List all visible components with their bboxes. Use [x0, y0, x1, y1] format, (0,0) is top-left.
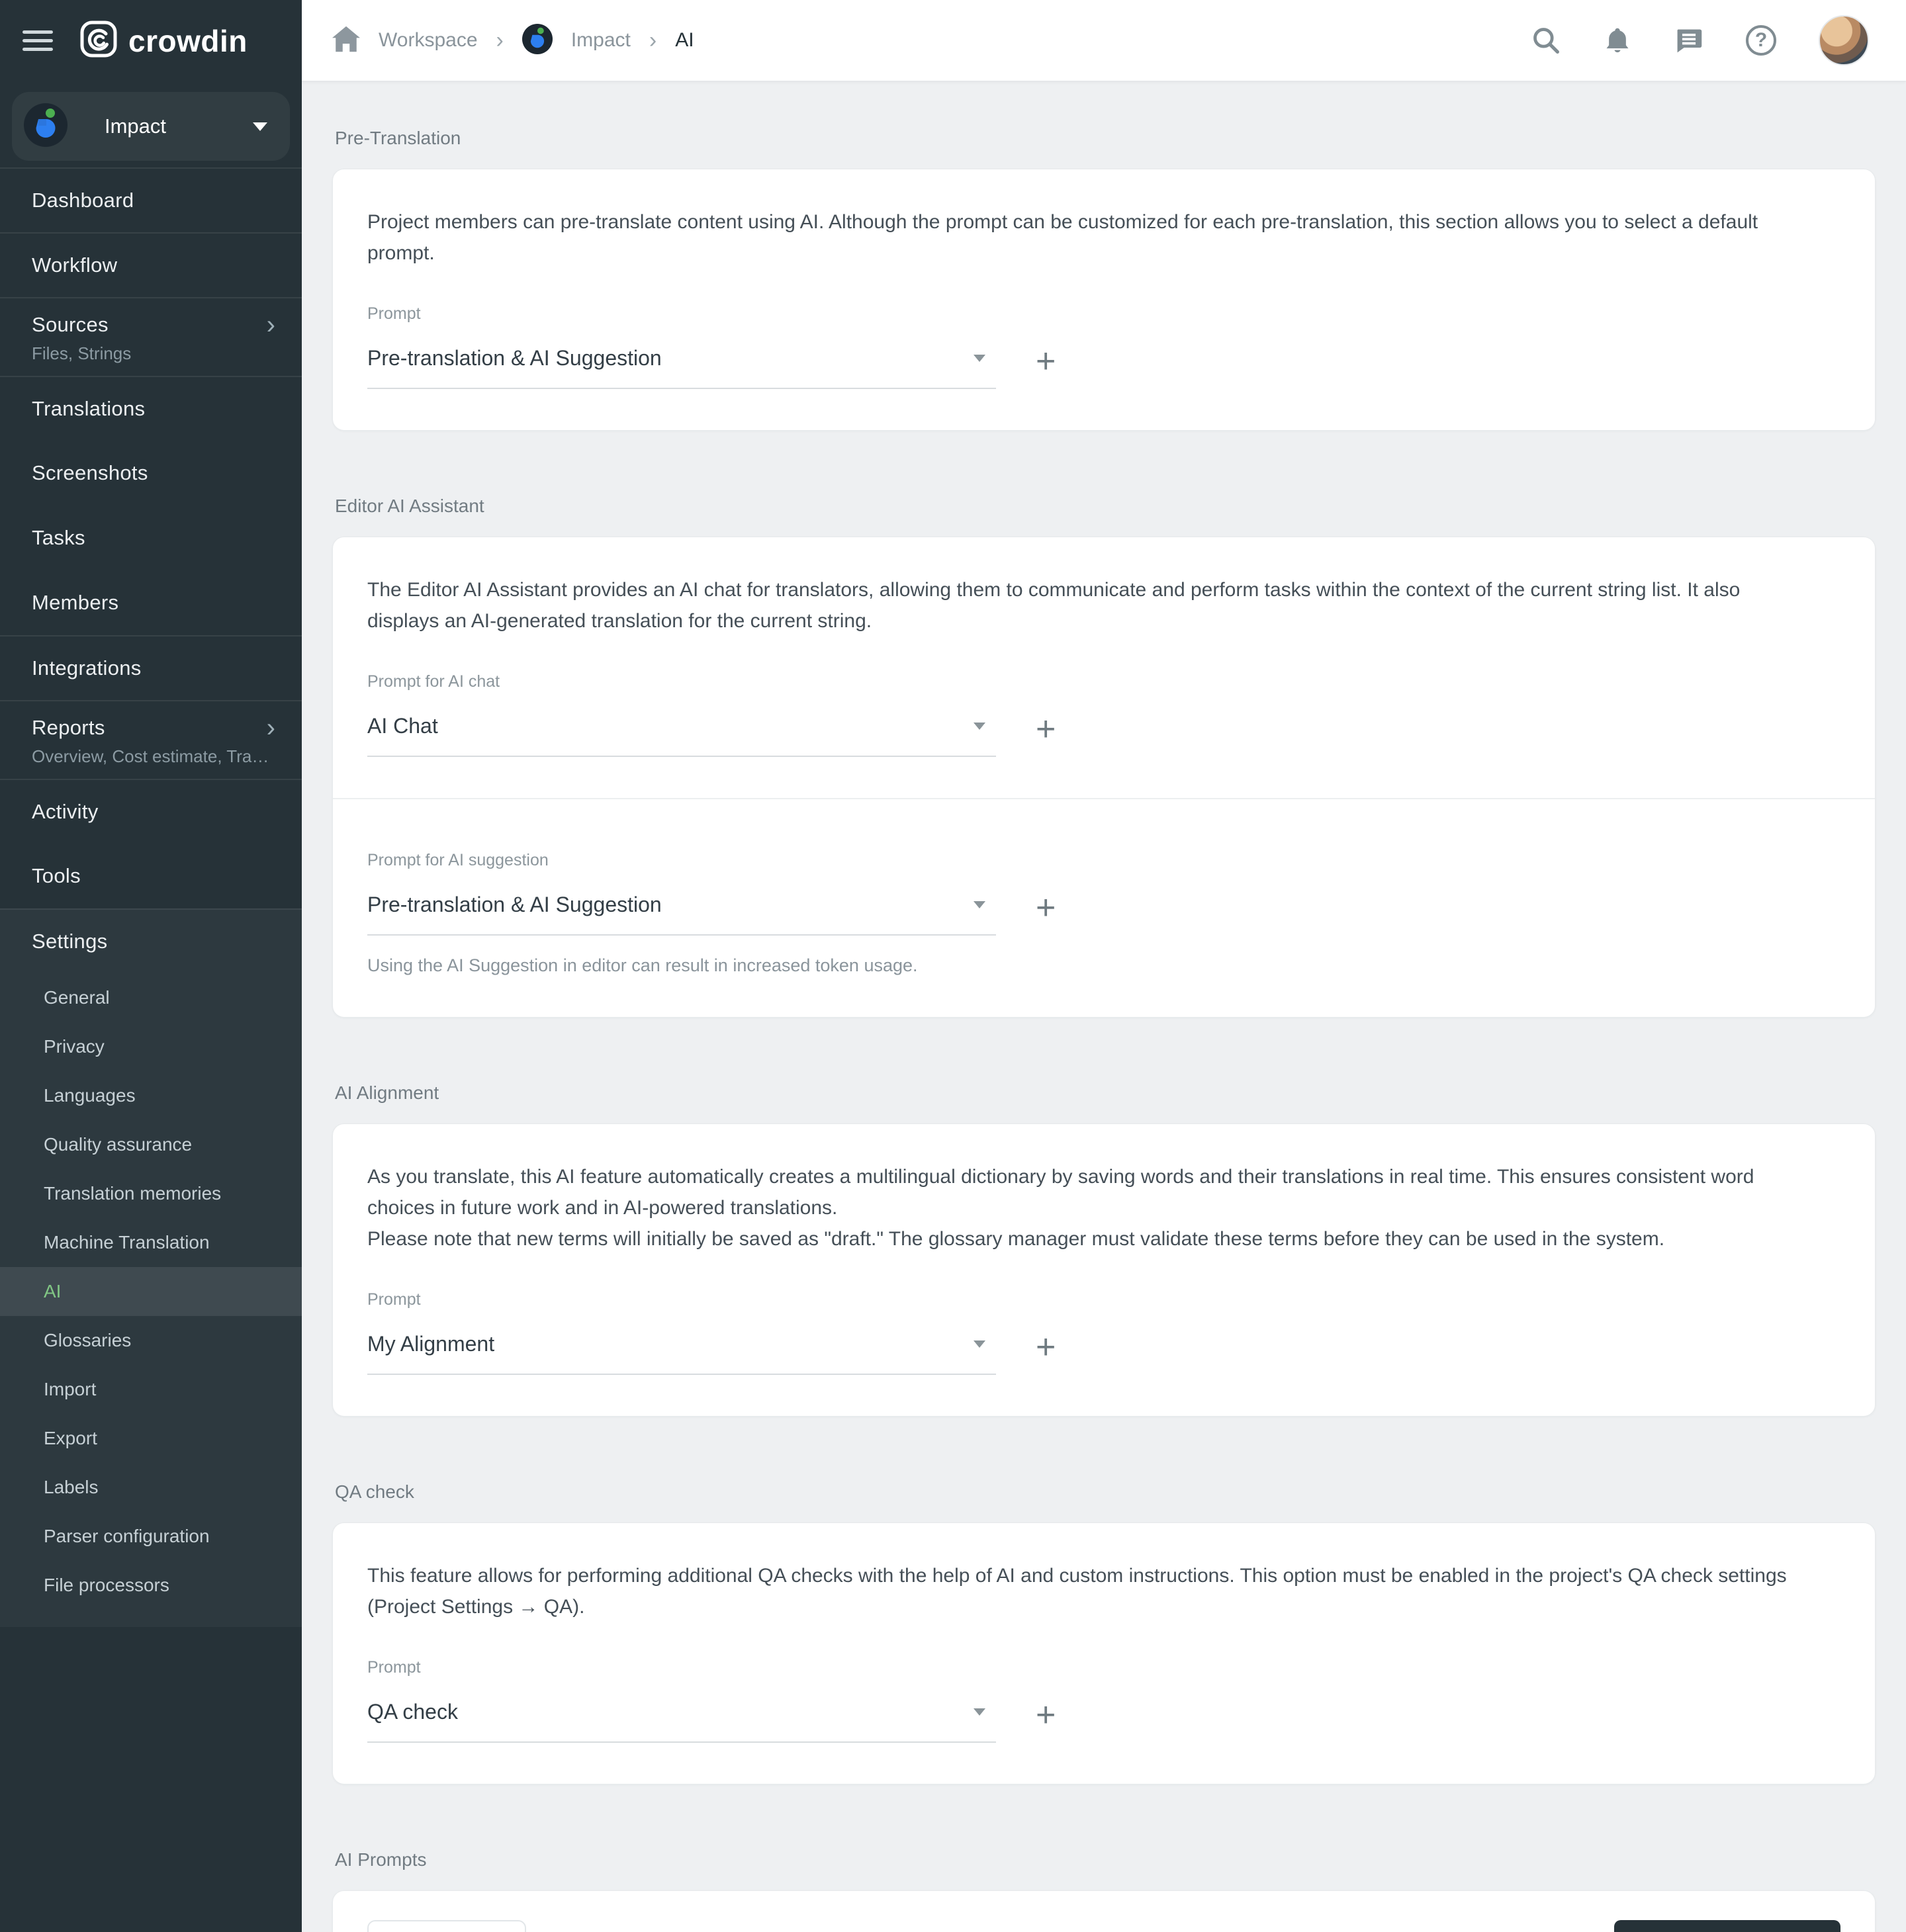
sidebar-item-subtitle: Files, Strings [32, 343, 270, 376]
chevron-down-icon [974, 1340, 985, 1348]
chevron-right-icon [649, 28, 657, 54]
sidebar-item-ai[interactable]: AI [0, 1267, 302, 1316]
sidebar: crowdin Impact Dashboard Workflow Source… [0, 0, 302, 1932]
sidebar-item-machine-translation[interactable]: Machine Translation [0, 1218, 302, 1267]
add-prompt-button[interactable]: + [1036, 1334, 1056, 1374]
sidebar-item-glossaries[interactable]: Glossaries [0, 1316, 302, 1365]
crowdin-logo-icon [79, 20, 118, 62]
prompt-label: Prompt [367, 1658, 1840, 1677]
pre-translation-prompt-select[interactable]: Pre-translation & AI Suggestion [367, 346, 996, 389]
filter-button[interactable]: FILTER [367, 1920, 526, 1932]
sidebar-header: crowdin [0, 0, 302, 81]
sidebar-item-workflow[interactable]: Workflow [0, 232, 302, 297]
sidebar-item-tasks[interactable]: Tasks [0, 505, 302, 570]
breadcrumb-workspace[interactable]: Workspace [379, 29, 478, 52]
chevron-down-icon [974, 355, 985, 362]
sidebar-item-parser-configuration[interactable]: Parser configuration [0, 1512, 302, 1561]
editor-ai-card: The Editor AI Assistant provides an AI c… [332, 537, 1876, 1018]
editor-ai-description: The Editor AI Assistant provides an AI c… [367, 574, 1810, 637]
section-heading-editor-ai: Editor AI Assistant [335, 496, 1876, 517]
sidebar-item-translation-memories[interactable]: Translation memories [0, 1169, 302, 1218]
ai-alignment-prompt-select[interactable]: My Alignment [367, 1332, 996, 1375]
add-prompt-button[interactable]: + [1036, 895, 1056, 934]
project-name: Impact [105, 114, 253, 138]
prompt-label: Prompt [367, 1290, 1840, 1309]
sidebar-item-labels[interactable]: Labels [0, 1463, 302, 1512]
section-heading-ai-alignment: AI Alignment [335, 1082, 1876, 1104]
sidebar-nav: Dashboard Workflow Sources Files, String… [0, 167, 302, 908]
chat-icon[interactable] [1674, 26, 1703, 55]
ai-alignment-description-note: Please note that new terms will initiall… [367, 1223, 1810, 1254]
prompt-for-ai-chat-label: Prompt for AI chat [367, 672, 1840, 691]
ai-suggestion-prompt-select[interactable]: Pre-translation & AI Suggestion [367, 893, 996, 936]
sidebar-settings-group: Settings General Privacy Languages Quali… [0, 908, 302, 1627]
chevron-down-icon [974, 901, 985, 908]
chevron-right-icon [496, 28, 504, 54]
sidebar-item-export[interactable]: Export [0, 1414, 302, 1463]
prompt-label: Prompt [367, 304, 1840, 324]
sidebar-item-translations[interactable]: Translations [0, 376, 302, 441]
ai-alignment-description: As you translate, this AI feature automa… [367, 1161, 1810, 1223]
sidebar-item-activity[interactable]: Activity [0, 779, 302, 844]
topbar: Workspace Impact AI ? [302, 0, 1906, 81]
sidebar-item-tools[interactable]: Tools [0, 844, 302, 908]
section-heading-pre-translation: Pre-Translation [335, 128, 1876, 149]
topbar-icons: ? [1531, 15, 1869, 66]
qa-check-prompt-select[interactable]: QA check [367, 1700, 996, 1743]
breadcrumb-page: AI [675, 29, 694, 52]
section-heading-qa-check: QA check [335, 1481, 1876, 1503]
crowdin-logo-text: crowdin [128, 23, 248, 59]
add-prompt-button[interactable]: + [1036, 1702, 1056, 1741]
token-usage-note: Using the AI Suggestion in editor can re… [367, 955, 1840, 976]
main-content: Pre-Translation Project members can pre-… [302, 81, 1906, 1932]
crowdin-logo[interactable]: crowdin [79, 20, 248, 62]
prompts-toolbar: FILTER + NEW PROMPT [333, 1891, 1875, 1932]
sidebar-item-file-processors[interactable]: File processors [0, 1561, 302, 1610]
project-avatar [24, 103, 68, 150]
chevron-down-icon [253, 122, 267, 131]
add-prompt-button[interactable]: + [1036, 716, 1056, 756]
help-icon[interactable]: ? [1746, 25, 1776, 56]
ai-alignment-card: As you translate, this AI feature automa… [332, 1123, 1876, 1417]
bell-icon[interactable] [1603, 26, 1632, 55]
new-prompt-button[interactable]: + NEW PROMPT [1614, 1920, 1840, 1932]
chevron-right-icon [267, 316, 275, 334]
sidebar-item-privacy[interactable]: Privacy [0, 1022, 302, 1071]
sidebar-item-integrations[interactable]: Integrations [0, 635, 302, 700]
home-icon[interactable] [332, 26, 360, 56]
search-icon[interactable] [1531, 26, 1561, 55]
sidebar-item-import[interactable]: Import [0, 1365, 302, 1414]
ai-prompts-card: FILTER + NEW PROMPT Title Visibility Typ… [332, 1890, 1876, 1932]
sidebar-item-reports[interactable]: Reports Overview, Cost estimate, Transl.… [0, 700, 302, 779]
sidebar-item-screenshots[interactable]: Screenshots [0, 441, 302, 505]
chevron-down-icon [974, 1708, 985, 1716]
sidebar-item-dashboard[interactable]: Dashboard [0, 167, 302, 232]
user-avatar[interactable] [1819, 15, 1869, 66]
breadcrumb-project[interactable]: Impact [571, 29, 631, 52]
ai-chat-prompt-select[interactable]: AI Chat [367, 714, 996, 757]
sidebar-item-settings[interactable]: Settings [0, 910, 302, 973]
project-selector[interactable]: Impact [12, 92, 290, 161]
chevron-down-icon [974, 723, 985, 730]
sidebar-item-sources[interactable]: Sources Files, Strings [0, 297, 302, 376]
qa-check-card: This feature allows for performing addit… [332, 1522, 1876, 1784]
sidebar-item-members[interactable]: Members [0, 570, 302, 635]
chevron-right-icon [267, 719, 275, 737]
add-prompt-button[interactable]: + [1036, 348, 1056, 388]
section-heading-ai-prompts: AI Prompts [335, 1849, 1876, 1870]
breadcrumb: Workspace Impact AI [332, 24, 694, 58]
prompt-for-ai-suggestion-label: Prompt for AI suggestion [367, 851, 1840, 870]
qa-check-description: This feature allows for performing addit… [367, 1560, 1810, 1622]
breadcrumb-project-avatar [522, 24, 553, 58]
sidebar-item-subtitle: Overview, Cost estimate, Transl... [32, 746, 270, 779]
sidebar-item-quality-assurance[interactable]: Quality assurance [0, 1120, 302, 1169]
sidebar-item-general[interactable]: General [0, 973, 302, 1022]
sidebar-item-languages[interactable]: Languages [0, 1071, 302, 1120]
pre-translation-card: Project members can pre-translate conten… [332, 169, 1876, 431]
menu-icon[interactable] [23, 25, 53, 56]
pre-translation-description: Project members can pre-translate conten… [367, 206, 1810, 269]
